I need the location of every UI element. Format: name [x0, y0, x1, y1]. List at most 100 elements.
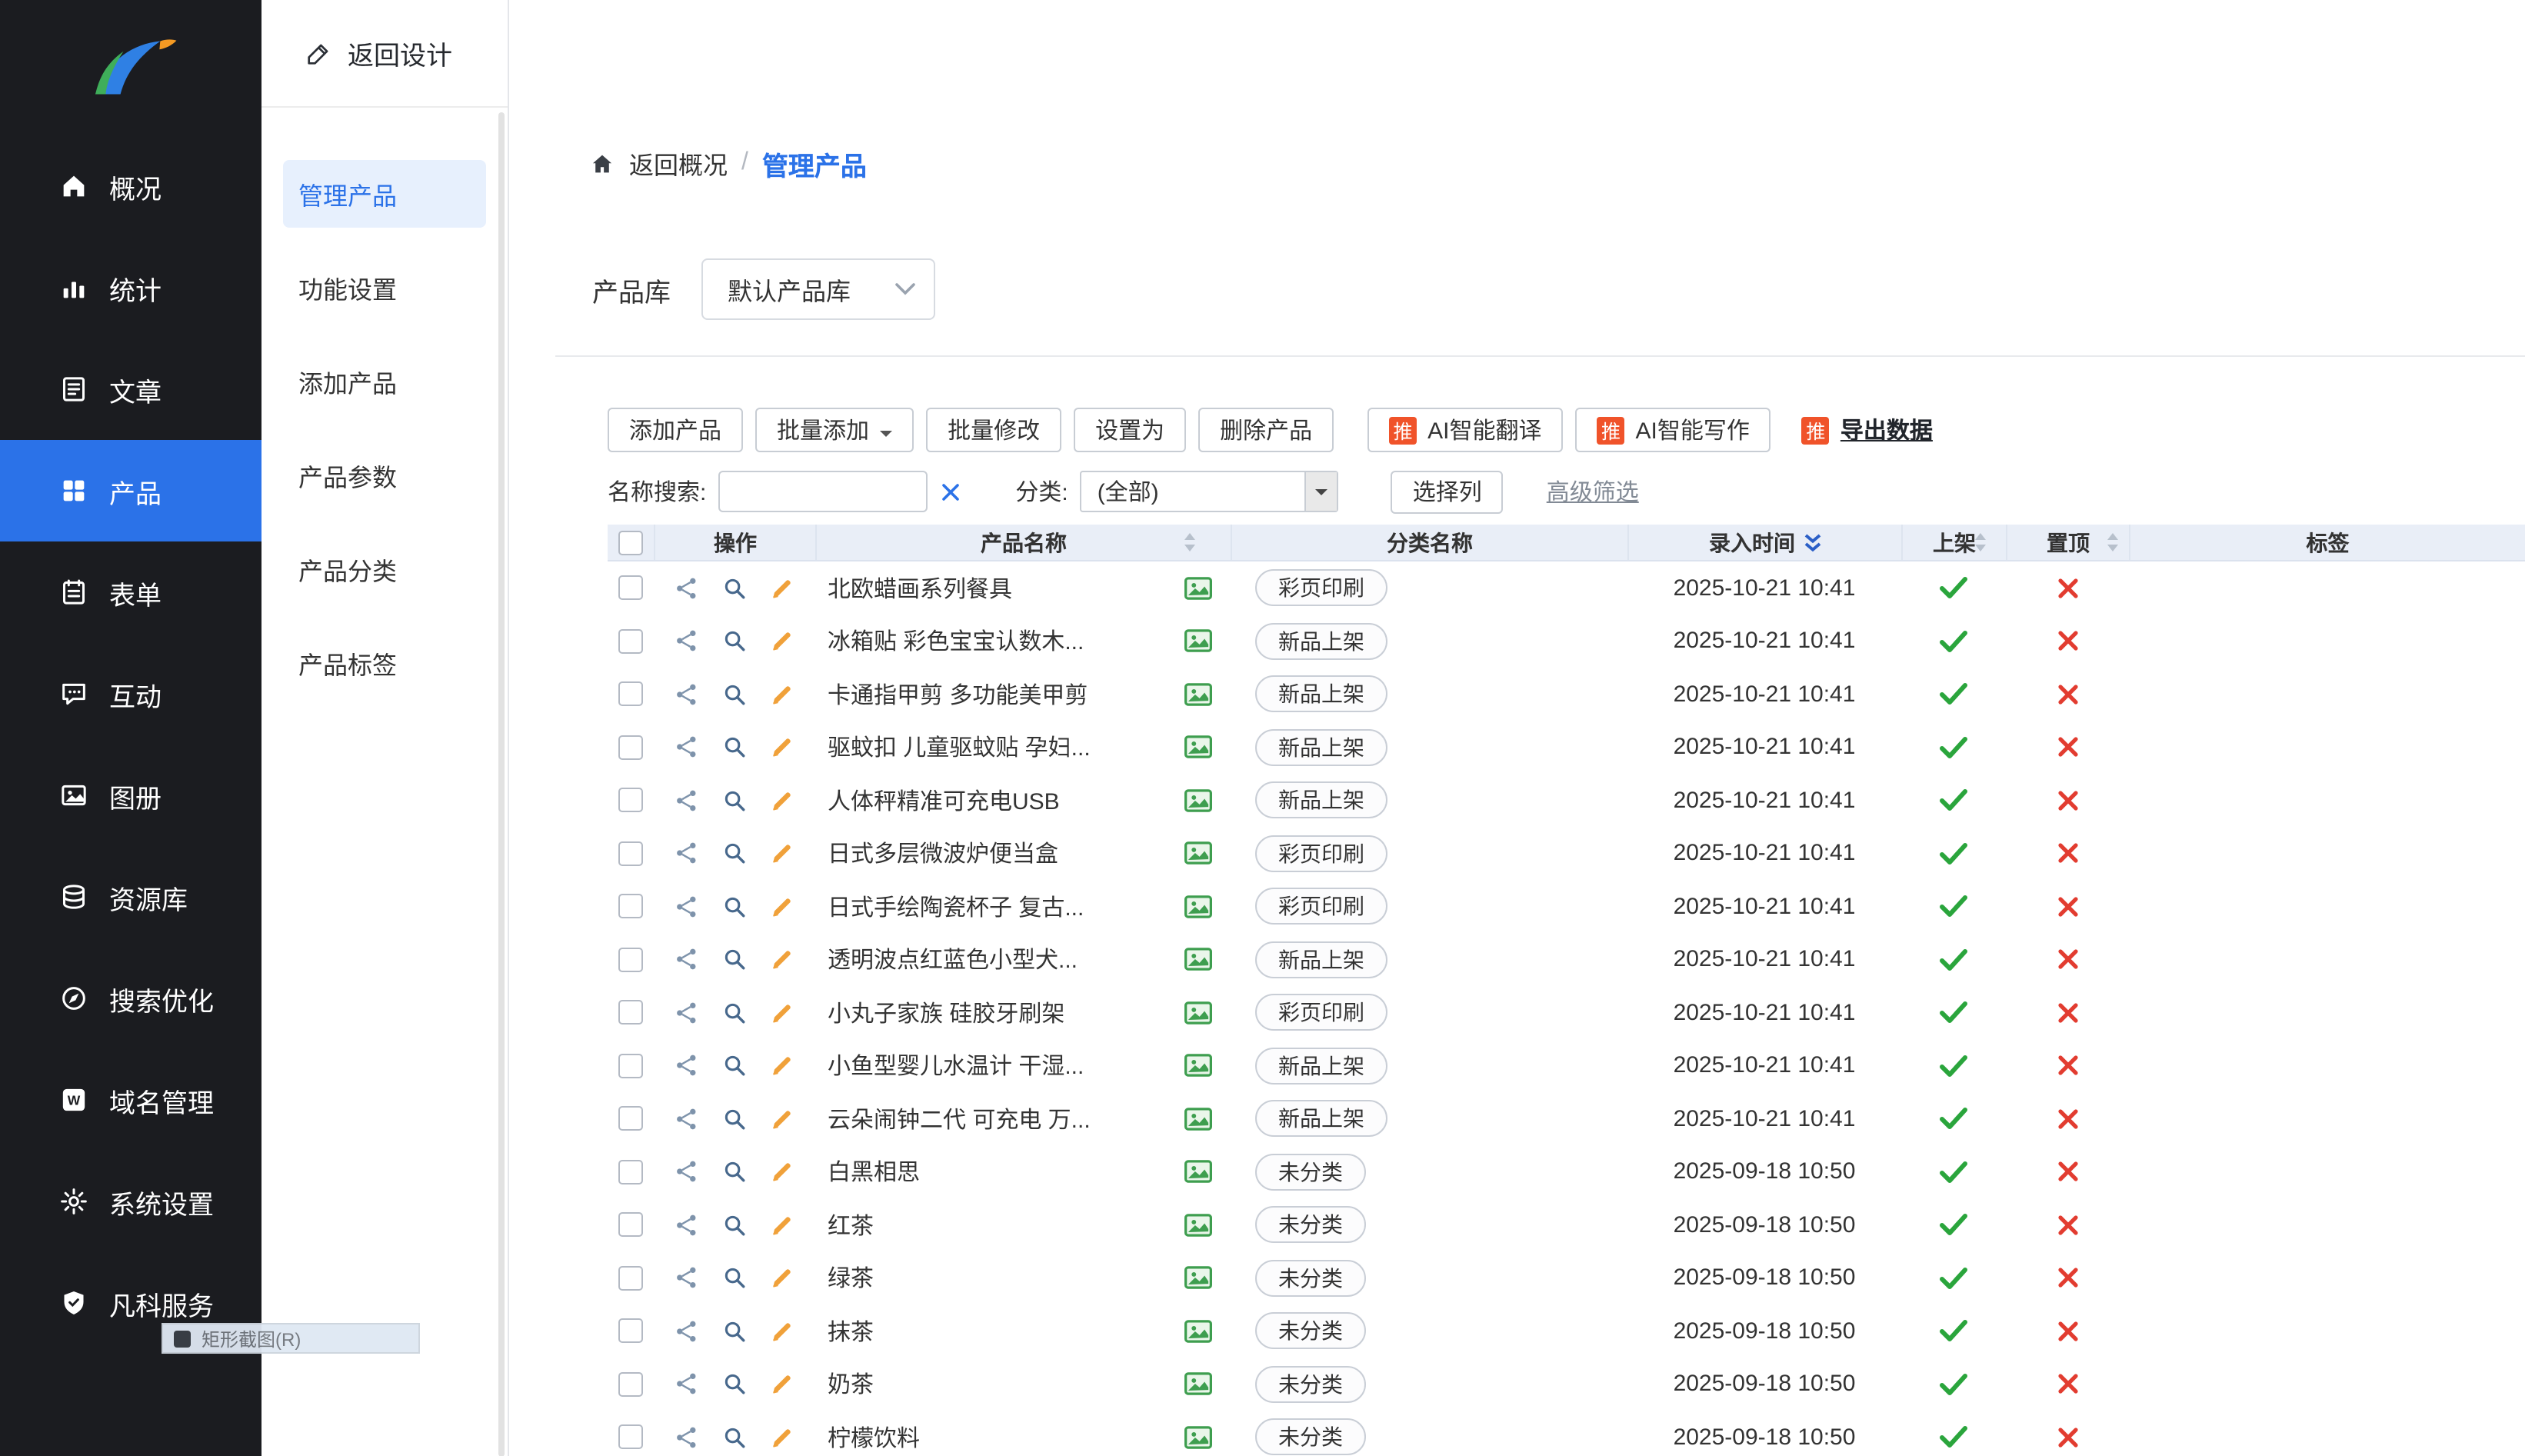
- share-icon[interactable]: [674, 788, 700, 814]
- row-checkbox[interactable]: [618, 1318, 643, 1344]
- share-icon[interactable]: [674, 841, 700, 867]
- category-select[interactable]: (全部): [1080, 471, 1339, 512]
- preview-icon[interactable]: [721, 788, 748, 814]
- sort-icon[interactable]: [1974, 532, 1987, 552]
- brand-logo[interactable]: [0, 0, 261, 135]
- pinned-status-icon[interactable]: [2006, 1092, 2129, 1145]
- pinned-status-icon[interactable]: [2006, 1304, 2129, 1358]
- preview-icon[interactable]: [721, 1318, 748, 1344]
- advanced-filter-link[interactable]: 高级筛选: [1547, 475, 1639, 508]
- edit-icon[interactable]: [769, 841, 795, 867]
- preview-icon[interactable]: [721, 841, 748, 867]
- column-header-pinned[interactable]: 置顶: [2006, 525, 2129, 560]
- on-shelf-status-icon[interactable]: [1901, 1198, 2006, 1251]
- sidebar-item-stats[interactable]: 统计: [0, 237, 261, 338]
- ai-writing-button[interactable]: 推 AI智能写作: [1575, 408, 1771, 452]
- product-name[interactable]: 白黑相思: [828, 1156, 920, 1188]
- product-image-icon[interactable]: [1184, 895, 1212, 918]
- product-name[interactable]: 红茶: [828, 1209, 874, 1241]
- submenu-item-product-tags[interactable]: 产品标签: [283, 629, 486, 697]
- edit-icon[interactable]: [769, 1424, 795, 1451]
- product-name[interactable]: 云朵闹钟二代 可充电 万...: [828, 1103, 1091, 1135]
- product-image-icon[interactable]: [1184, 841, 1212, 865]
- on-shelf-status-icon[interactable]: [1901, 561, 2006, 615]
- product-name[interactable]: 小鱼型婴儿水温计 干湿...: [828, 1050, 1084, 1082]
- share-icon[interactable]: [674, 628, 700, 655]
- share-icon[interactable]: [674, 894, 700, 920]
- product-image-icon[interactable]: [1184, 682, 1212, 706]
- product-name[interactable]: 透明波点红蓝色小型犬...: [828, 944, 1078, 976]
- clear-search-icon[interactable]: [941, 482, 960, 501]
- edit-icon[interactable]: [769, 575, 795, 601]
- product-name[interactable]: 日式手绘陶瓷杯子 复古...: [828, 891, 1084, 923]
- column-header-entry-time[interactable]: 录入时间: [1627, 525, 1901, 560]
- row-checkbox[interactable]: [618, 735, 643, 760]
- on-shelf-status-icon[interactable]: [1901, 1145, 2006, 1198]
- product-image-icon[interactable]: [1184, 1107, 1212, 1131]
- product-image-icon[interactable]: [1184, 1425, 1212, 1449]
- ai-translate-button[interactable]: 推 AI智能翻译: [1367, 408, 1564, 452]
- on-shelf-status-icon[interactable]: [1901, 827, 2006, 880]
- on-shelf-status-icon[interactable]: [1901, 1251, 2006, 1304]
- edit-icon[interactable]: [769, 1318, 795, 1344]
- edit-icon[interactable]: [769, 1106, 795, 1132]
- on-shelf-status-icon[interactable]: [1901, 986, 2006, 1039]
- row-checkbox[interactable]: [618, 788, 643, 813]
- select-columns-button[interactable]: 选择列: [1391, 470, 1504, 513]
- share-icon[interactable]: [674, 1318, 700, 1344]
- product-image-icon[interactable]: [1184, 1319, 1212, 1343]
- submenu-item-product-categories[interactable]: 产品分类: [283, 535, 486, 603]
- product-image-icon[interactable]: [1184, 1001, 1212, 1025]
- add-product-button[interactable]: 添加产品: [608, 408, 744, 452]
- sidebar-item-seo[interactable]: 搜索优化: [0, 948, 261, 1049]
- product-name[interactable]: 卡通指甲剪 多功能美甲剪: [828, 678, 1088, 711]
- pinned-status-icon[interactable]: [2006, 1358, 2129, 1411]
- product-image-icon[interactable]: [1184, 1160, 1212, 1184]
- row-checkbox[interactable]: [618, 894, 643, 919]
- pinned-status-icon[interactable]: [2006, 986, 2129, 1039]
- edit-icon[interactable]: [769, 788, 795, 814]
- back-to-design-button[interactable]: 返回设计: [261, 0, 508, 108]
- preview-icon[interactable]: [721, 575, 748, 601]
- preview-icon[interactable]: [721, 1053, 748, 1079]
- sidebar-item-overview[interactable]: 概况: [0, 135, 261, 237]
- share-icon[interactable]: [674, 1424, 700, 1451]
- export-data-link[interactable]: 推 导出数据: [1801, 414, 1933, 446]
- edit-icon[interactable]: [769, 1159, 795, 1185]
- preview-icon[interactable]: [721, 681, 748, 708]
- edit-icon[interactable]: [769, 1212, 795, 1238]
- edit-icon[interactable]: [769, 1265, 795, 1291]
- pinned-status-icon[interactable]: [2006, 615, 2129, 668]
- sidebar-item-products[interactable]: 产品: [0, 440, 261, 541]
- share-icon[interactable]: [674, 1371, 700, 1398]
- product-name[interactable]: 冰箱贴 彩色宝宝认数木...: [828, 625, 1084, 658]
- sort-icon[interactable]: [2106, 532, 2120, 552]
- name-search-input[interactable]: [718, 471, 928, 512]
- share-icon[interactable]: [674, 575, 700, 601]
- preview-icon[interactable]: [721, 1000, 748, 1026]
- preview-icon[interactable]: [721, 1212, 748, 1238]
- sidebar-item-interaction[interactable]: 互动: [0, 643, 261, 745]
- delete-product-button[interactable]: 删除产品: [1198, 408, 1334, 452]
- product-image-icon[interactable]: [1184, 1372, 1212, 1396]
- row-checkbox[interactable]: [618, 1212, 643, 1238]
- pinned-status-icon[interactable]: [2006, 721, 2129, 774]
- pinned-status-icon[interactable]: [2006, 933, 2129, 986]
- set-as-button[interactable]: 设置为: [1074, 408, 1187, 452]
- pinned-status-icon[interactable]: [2006, 880, 2129, 933]
- preview-icon[interactable]: [721, 735, 748, 761]
- row-checkbox[interactable]: [618, 1265, 643, 1291]
- on-shelf-status-icon[interactable]: [1901, 1304, 2006, 1358]
- on-shelf-status-icon[interactable]: [1901, 1092, 2006, 1145]
- breadcrumb-back-link[interactable]: 返回概况: [629, 145, 728, 182]
- preview-icon[interactable]: [721, 1265, 748, 1291]
- product-name[interactable]: 柠檬饮料: [828, 1421, 920, 1454]
- sidebar-item-settings[interactable]: 系统设置: [0, 1151, 261, 1252]
- preview-icon[interactable]: [721, 1106, 748, 1132]
- row-checkbox[interactable]: [618, 1424, 643, 1450]
- sidebar-item-domains[interactable]: W 域名管理: [0, 1049, 261, 1151]
- product-image-icon[interactable]: [1184, 1213, 1212, 1237]
- preview-icon[interactable]: [721, 628, 748, 655]
- row-checkbox[interactable]: [618, 628, 643, 654]
- pinned-status-icon[interactable]: [2006, 1198, 2129, 1251]
